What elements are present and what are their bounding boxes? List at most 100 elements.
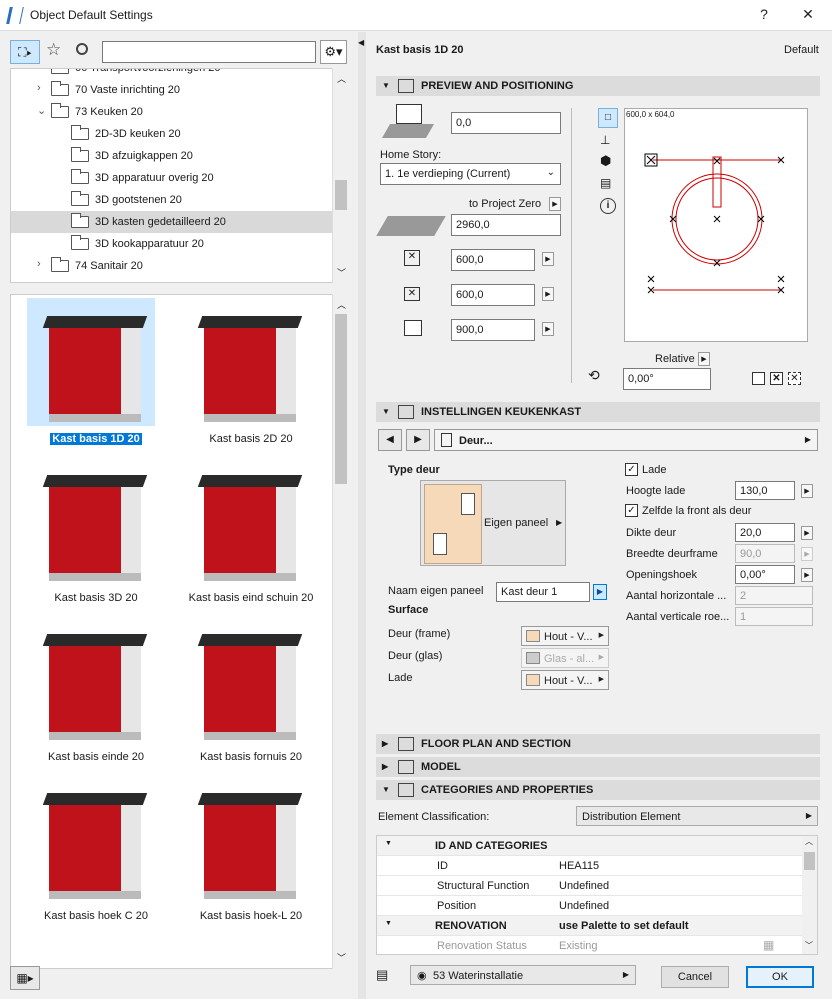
property-value[interactable]: Existing: [559, 940, 598, 952]
depth-link-button[interactable]: ▶: [542, 287, 554, 301]
page-prev-button[interactable]: ◀: [378, 429, 402, 451]
dikte-deur-button[interactable]: ▶: [801, 526, 813, 540]
tree-item[interactable]: 2D-3D keuken 20: [11, 123, 333, 145]
search-icon[interactable]: [76, 43, 88, 55]
material-swatch: [526, 674, 540, 686]
palette-icon[interactable]: ▦: [763, 938, 774, 952]
folder-icon: [51, 69, 69, 74]
help-button[interactable]: ?: [754, 6, 774, 22]
cabinet-thumbnail: [42, 316, 148, 424]
page-next-button[interactable]: ▶: [406, 429, 430, 451]
panel-type-selector[interactable]: Eigen paneel ▶: [420, 480, 566, 566]
tree-item[interactable]: 3D kasten gedetailleerd 20: [11, 211, 333, 233]
mirror-y-checkbox[interactable]: ✕: [788, 372, 801, 385]
gallery-item-label: Kast basis hoek C 20: [44, 910, 148, 922]
tree-item[interactable]: 3D gootstenen 20: [11, 189, 333, 211]
naam-eigen-paneel-field[interactable]: Kast deur 1: [496, 582, 590, 602]
openingshoek-field[interactable]: 0,00°: [735, 565, 795, 584]
close-button[interactable]: ✕: [798, 6, 818, 23]
page-select[interactable]: Deur... ▶: [434, 429, 818, 451]
width-link-button[interactable]: ▶: [542, 252, 554, 266]
chevron-down-icon[interactable]: ⌄: [37, 104, 46, 117]
zelfde-checkbox[interactable]: ✓: [625, 504, 638, 517]
tree-item[interactable]: › 74 Sanitair 20: [11, 255, 333, 277]
collapse-icon[interactable]: ▼: [385, 840, 392, 847]
property-value[interactable]: Undefined: [559, 880, 609, 892]
relative-button[interactable]: ▶: [698, 352, 710, 366]
tree-item[interactable]: 3D kookapparatuur 20: [11, 233, 333, 255]
property-group-row[interactable]: ▼ ID AND CATEGORIES: [377, 836, 803, 856]
property-row[interactable]: Position Undefined: [377, 896, 803, 916]
gear-icon[interactable]: ⚙▾: [320, 40, 347, 64]
gallery-scroll-thumb[interactable]: [335, 314, 347, 484]
home-story-select[interactable]: 1. 1e verdieping (Current) ⌄: [380, 163, 561, 185]
section-view-icon[interactable]: ⊥: [600, 133, 610, 147]
tree-item[interactable]: 66 Transportvoorzieningen 20: [11, 69, 333, 79]
library-manager-button[interactable]: ▦▸: [10, 966, 40, 990]
property-value[interactable]: Undefined: [559, 900, 609, 912]
info-icon[interactable]: i: [600, 198, 616, 214]
height-field[interactable]: 900,0: [451, 319, 535, 341]
gallery-item[interactable]: Kast basis hoek C 20: [21, 775, 171, 925]
gallery-item[interactable]: Kast basis eind schuin 20: [176, 457, 326, 607]
gallery-item[interactable]: Kast basis hoek-L 20: [176, 775, 326, 925]
naam-picker-button[interactable]: ▶: [593, 584, 607, 600]
tree-scroll-thumb[interactable]: [335, 180, 347, 210]
property-group-row[interactable]: ▼ RENOVATION use Palette to set default: [377, 916, 803, 936]
property-value[interactable]: HEA115: [559, 860, 599, 872]
layer-select[interactable]: ◉ 53 Waterinstallatie ▶: [410, 965, 636, 985]
width-field[interactable]: 600,0: [451, 249, 535, 271]
chevron-right-icon[interactable]: ›: [37, 258, 41, 270]
section-categories-header[interactable]: ▼ CATEGORIES AND PROPERTIES: [376, 780, 820, 800]
section-floor-plan-header[interactable]: ▶ FLOOR PLAN AND SECTION: [376, 734, 820, 754]
hoogte-lade-field[interactable]: 130,0: [735, 481, 795, 500]
mirror-none-checkbox[interactable]: [752, 372, 765, 385]
section-settings-header[interactable]: ▼ INSTELLINGEN KEUKENKAST: [376, 402, 820, 422]
collapse-icon[interactable]: ▼: [385, 920, 392, 927]
offset-field[interactable]: 0,0: [451, 112, 561, 134]
tree-scrollbar[interactable]: ︿ ﹀: [332, 68, 348, 283]
classification-select[interactable]: Distribution Element ▶: [576, 806, 818, 826]
section-preview-header[interactable]: ▼ PREVIEW AND POSITIONING: [376, 76, 820, 96]
dikte-deur-field[interactable]: 20,0: [735, 523, 795, 542]
mirror-x-checkbox[interactable]: ✕: [770, 372, 783, 385]
floorplan-view-button[interactable]: □: [598, 108, 618, 128]
section-model-header[interactable]: ▶ MODEL: [376, 757, 820, 777]
tree-item[interactable]: 3D apparatuur overig 20: [11, 167, 333, 189]
properties-scroll-thumb[interactable]: [804, 852, 815, 870]
tree-item[interactable]: ⌄ 73 Keuken 20: [11, 101, 333, 123]
rotation-icon: ⟲: [588, 367, 600, 383]
gallery-item[interactable]: Kast basis 3D 20: [21, 457, 171, 607]
tree-item[interactable]: 3D afzuigkappen 20: [11, 145, 333, 167]
elevation-field[interactable]: 2960,0: [451, 214, 561, 236]
tree-item[interactable]: › 70 Vaste inrichting 20: [11, 79, 333, 101]
height-link-button[interactable]: ▶: [542, 322, 554, 336]
favorites-icon[interactable]: ☆: [46, 40, 61, 60]
chevron-right-icon[interactable]: ›: [37, 82, 41, 94]
to-project-zero-button[interactable]: ▶: [549, 197, 561, 211]
search-input[interactable]: [102, 41, 316, 63]
surface-select[interactable]: Hout - V... ▶: [521, 670, 609, 690]
material-swatch: [526, 630, 540, 642]
gallery-item[interactable]: Kast basis 1D 20: [21, 298, 171, 448]
panel-splitter[interactable]: ◀: [358, 32, 366, 999]
property-row[interactable]: Renovation Status Existing ▦: [377, 936, 803, 954]
gallery-item[interactable]: Kast basis 2D 20: [176, 298, 326, 448]
property-row[interactable]: ID HEA115: [377, 856, 803, 876]
gallery-scrollbar[interactable]: ︿ ﹀: [332, 294, 348, 969]
surface-select[interactable]: Hout - V... ▶: [521, 626, 609, 646]
film-view-icon[interactable]: ▤: [600, 176, 611, 190]
3d-view-icon[interactable]: ⬢: [600, 153, 611, 169]
gallery-item[interactable]: Kast basis fornuis 20: [176, 616, 326, 766]
hoogte-lade-button[interactable]: ▶: [801, 484, 813, 498]
library-view-button[interactable]: ⛶▸: [10, 40, 40, 64]
properties-scrollbar[interactable]: ︿ ﹀: [802, 836, 817, 954]
ok-button[interactable]: OK: [746, 966, 814, 988]
angle-field[interactable]: 0,00°: [623, 368, 711, 390]
gallery-item[interactable]: Kast basis einde 20: [21, 616, 171, 766]
cancel-button[interactable]: Cancel: [661, 966, 729, 988]
lade-checkbox[interactable]: ✓: [625, 463, 638, 476]
property-row[interactable]: Structural Function Undefined: [377, 876, 803, 896]
openingshoek-button[interactable]: ▶: [801, 568, 813, 582]
depth-field[interactable]: 600,0: [451, 284, 535, 306]
